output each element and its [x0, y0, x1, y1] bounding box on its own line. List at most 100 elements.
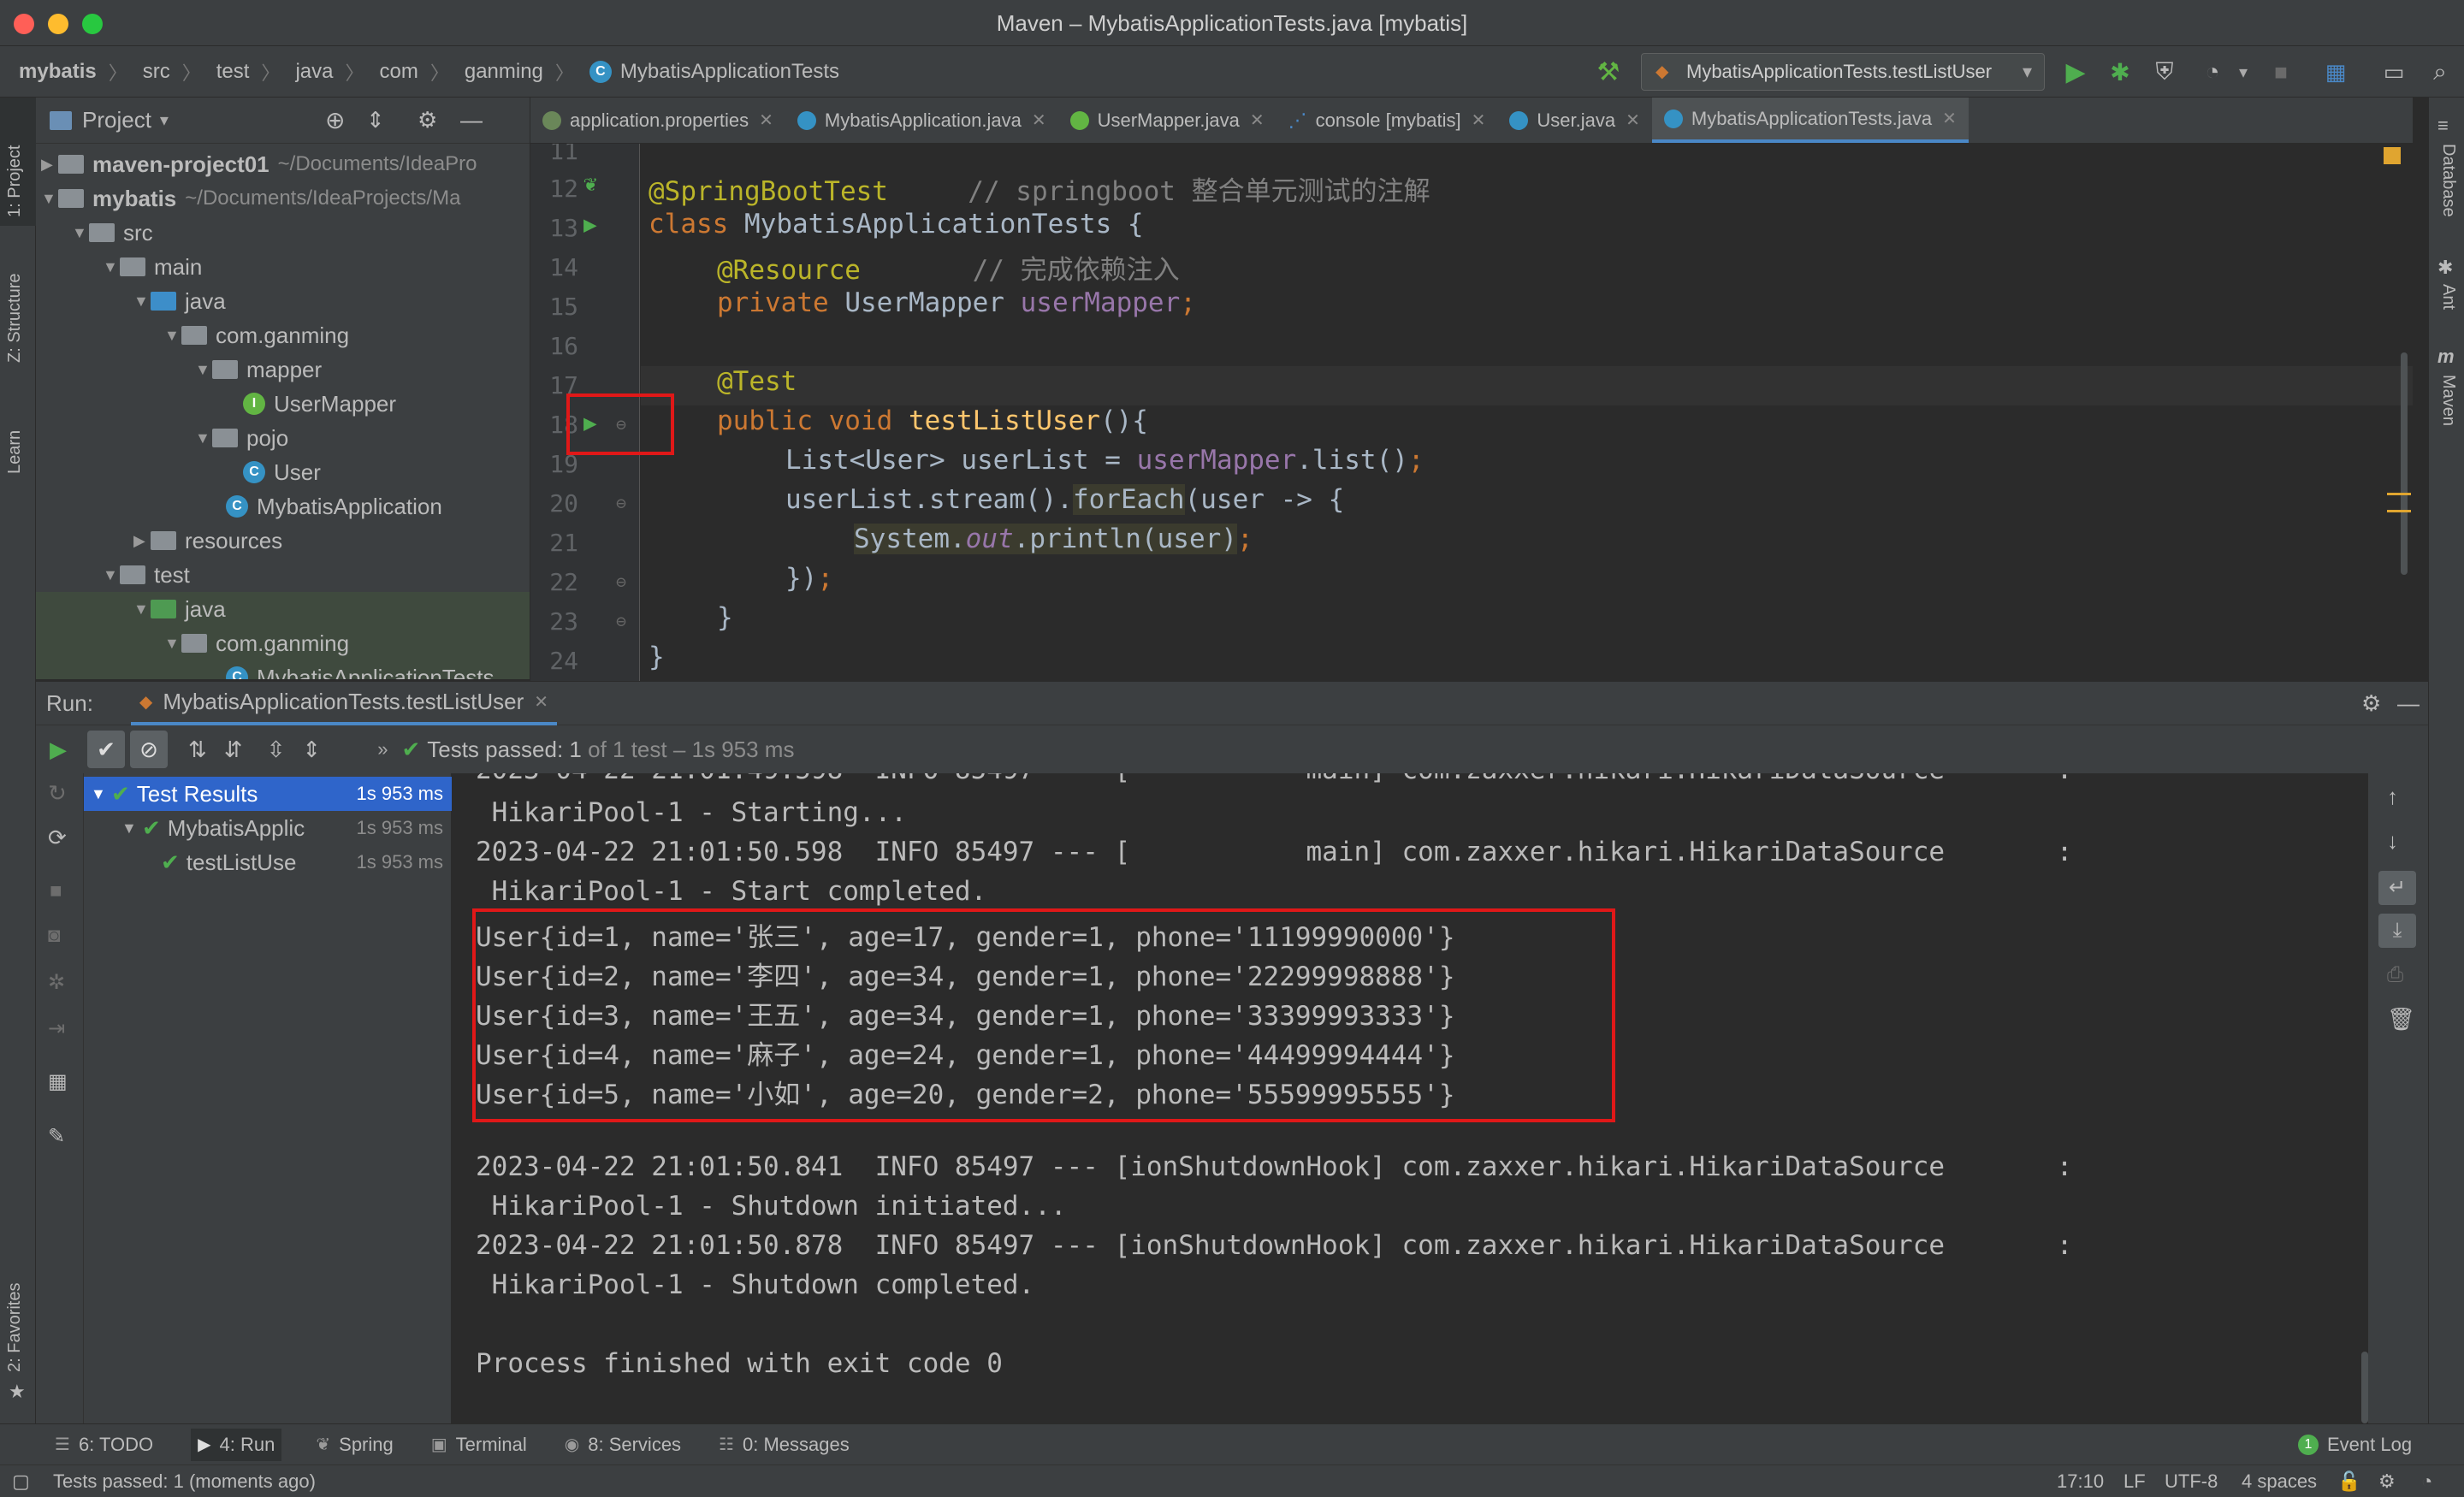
spring-tool-button[interactable]: ❦ Spring [316, 1434, 393, 1456]
tree-item-com-ganming[interactable]: ▼ com.ganming [36, 318, 530, 352]
ant-tool-button[interactable]: Ant [2438, 284, 2458, 310]
tree-item-mybatis[interactable]: ▼ mybatis ~/Documents/IdeaProjects/Ma [36, 181, 530, 216]
toggle-auto-test-icon[interactable]: ⟳ [48, 825, 67, 851]
sort-by-duration-icon[interactable]: ⇵ [224, 737, 243, 763]
close-icon[interactable]: ✕ [1472, 109, 1486, 131]
lock-icon[interactable]: 🔓 [2337, 1470, 2360, 1493]
build-hammer-icon[interactable]: ⚒ [1591, 55, 1626, 89]
memory-indicator-icon[interactable]: ◔ [2421, 1470, 2432, 1493]
test-results-root[interactable]: ▼ ✔ Test Results 1s 953 ms [84, 777, 452, 811]
services-tool-button[interactable]: ◉ 8: Services [565, 1434, 681, 1456]
expand-all-icon[interactable]: ⇳ [267, 737, 286, 763]
rerun-icon[interactable]: ▶ [50, 737, 67, 763]
layout-icon[interactable]: ▦ [48, 1069, 68, 1094]
close-icon[interactable]: ✕ [759, 109, 773, 131]
more-actions-icon[interactable]: » [377, 738, 388, 760]
test-method-row[interactable]: ✔ testListUse 1s 953 ms [84, 845, 452, 879]
tree-item-maven-project01[interactable]: ▶ maven-project01 ~/Documents/IdeaPro [36, 147, 530, 181]
breadcrumb-src[interactable]: src 〉 [143, 58, 201, 86]
rerun-failed-icon[interactable]: ↻ [48, 780, 67, 807]
project-tool-button[interactable]: 1: Project [5, 145, 25, 217]
tree-item-mapper[interactable]: ▼ mapper [36, 352, 530, 387]
tab-user[interactable]: User.java ✕ [1497, 98, 1651, 143]
hide-panel-icon[interactable]: — [2397, 690, 2420, 717]
tab-mybatisapplication[interactable]: MybatisApplication.java ✕ [785, 98, 1058, 143]
file-encoding[interactable]: UTF-8 [2165, 1470, 2218, 1493]
breadcrumb-ganming[interactable]: ganming 〉 [465, 58, 574, 86]
zoom-window-button[interactable] [82, 14, 103, 34]
breadcrumb-com[interactable]: com 〉 [379, 58, 448, 86]
show-ignored-toggle-icon[interactable]: ⊘ [130, 731, 168, 768]
todo-tool-button[interactable]: ☰ 6: TODO [55, 1434, 153, 1456]
code-editor[interactable]: 11 12 13 14 15 16 17 18 19 20 21 22 23 2… [530, 144, 2413, 681]
trash-icon[interactable]: 🗑 [2387, 1006, 2415, 1033]
tree-item-user[interactable]: C User [36, 455, 530, 489]
spring-bean-gutter-icon[interactable]: ❦ [583, 171, 597, 197]
project-structure-icon[interactable]: ▦ [2319, 55, 2353, 89]
scroll-to-end-icon[interactable]: ⤓ [2378, 914, 2416, 948]
sort-alphabetically-icon[interactable]: ⇅ [188, 737, 207, 763]
close-icon[interactable]: ✕ [1942, 108, 1957, 129]
tree-item-mybatisapplication[interactable]: C MybatisApplication [36, 489, 530, 524]
arrow-up-icon[interactable]: ↑ [2387, 784, 2398, 810]
coverage-shield-icon[interactable]: ⛨ [2147, 55, 2182, 89]
run-configuration-select[interactable]: ◆ MybatisApplicationTests.testListUser ▾ [1641, 53, 2045, 91]
run-test-class-gutter-icon[interactable]: ▶ [583, 212, 597, 238]
exit-icon[interactable]: ⇥ [48, 1016, 65, 1041]
learn-tool-button[interactable]: Learn [5, 430, 25, 474]
breadcrumb-class[interactable]: C MybatisApplicationTests [589, 60, 839, 84]
console-output[interactable]: 2023-04-22 21:01:49.598 INFO 85497 --- [… [452, 773, 2368, 1423]
gear-icon[interactable]: ⚙ [418, 107, 437, 133]
status-message[interactable]: Tests passed: 1 (moments ago) [53, 1470, 316, 1493]
collapse-all-icon[interactable]: ⇕ [366, 107, 385, 133]
close-icon[interactable]: ✕ [1032, 109, 1046, 131]
print-icon[interactable]: ⎙ [2387, 963, 2403, 987]
collapse-all-icon[interactable]: ⇕ [302, 737, 321, 763]
tree-item-main[interactable]: ▼ main [36, 250, 530, 284]
settings-icon[interactable]: ✲ [48, 970, 65, 995]
error-stripe-mark[interactable] [2387, 493, 2411, 495]
search-icon[interactable]: ⌕ [2423, 55, 2457, 89]
tree-item-test[interactable]: ▼ test [36, 558, 530, 592]
locate-crosshair-icon[interactable]: ⊕ [325, 106, 345, 134]
favorites-tool-button[interactable]: 2: Favorites [5, 1283, 25, 1372]
chevron-down-icon[interactable]: ▾ [160, 109, 169, 131]
tree-item-usermapper[interactable]: I UserMapper [36, 387, 530, 421]
close-icon[interactable]: ✕ [1250, 109, 1265, 131]
minimize-window-button[interactable] [48, 14, 68, 34]
run-icon[interactable]: ▶ [2058, 55, 2093, 89]
fold-icon[interactable]: ⊖ [616, 571, 626, 592]
debug-bug-icon[interactable]: ✱ [2103, 55, 2137, 89]
event-log-tool-button[interactable]: 1 Event Log [2298, 1434, 2412, 1456]
console-scrollbar[interactable] [2361, 1352, 2368, 1423]
stop-icon[interactable]: ■ [50, 879, 62, 903]
layout-icon[interactable]: ▭ [2377, 55, 2411, 89]
close-icon[interactable]: ✕ [534, 691, 548, 713]
show-passed-toggle-icon[interactable]: ✔ [87, 731, 125, 768]
tab-console[interactable]: ⋰ console [mybatis] ✕ [1276, 98, 1498, 143]
camera-icon[interactable]: ◙ [48, 924, 61, 948]
tree-item-main-java[interactable]: ▼ java [36, 284, 530, 318]
toggle-tool-windows-icon[interactable]: ▢ [12, 1470, 30, 1493]
error-stripe-mark[interactable] [2387, 510, 2411, 512]
profile-menu-chevron-icon[interactable]: ▾ [2226, 55, 2260, 89]
fold-icon[interactable]: ⊖ [616, 611, 626, 631]
arrow-down-icon[interactable]: ↓ [2387, 828, 2398, 855]
tree-item-test-java[interactable]: ▼ java [36, 592, 530, 626]
structure-tool-button[interactable]: Z: Structure [5, 274, 25, 363]
run-tool-button[interactable]: ▶ 4: Run [191, 1428, 282, 1461]
tree-item-src[interactable]: ▼ src [36, 216, 530, 250]
tree-item-test-com-ganming[interactable]: ▼ com.ganming [36, 626, 530, 660]
tree-item-pojo[interactable]: ▼ pojo [36, 421, 530, 455]
soft-wrap-icon[interactable]: ↵ [2378, 871, 2416, 905]
tree-item-resources[interactable]: ▶ resources [36, 524, 530, 558]
close-window-button[interactable] [14, 14, 34, 34]
tree-item-mybatisapplicationtests[interactable]: C MybatisApplicationTests [36, 660, 530, 679]
run-tab[interactable]: ◆ MybatisApplicationTests.testListUser ✕ [130, 681, 558, 725]
breadcrumb-test[interactable]: test 〉 [216, 58, 281, 86]
test-class-row[interactable]: ▼ ✔ MybatisApplic 1s 953 ms [84, 811, 452, 845]
breadcrumb-java[interactable]: java 〉 [295, 58, 364, 86]
tab-usermapper[interactable]: UserMapper.java ✕ [1058, 98, 1276, 143]
breadcrumb-mybatis[interactable]: mybatis 〉 [19, 58, 127, 86]
messages-tool-button[interactable]: ☷ 0: Messages [719, 1434, 850, 1456]
